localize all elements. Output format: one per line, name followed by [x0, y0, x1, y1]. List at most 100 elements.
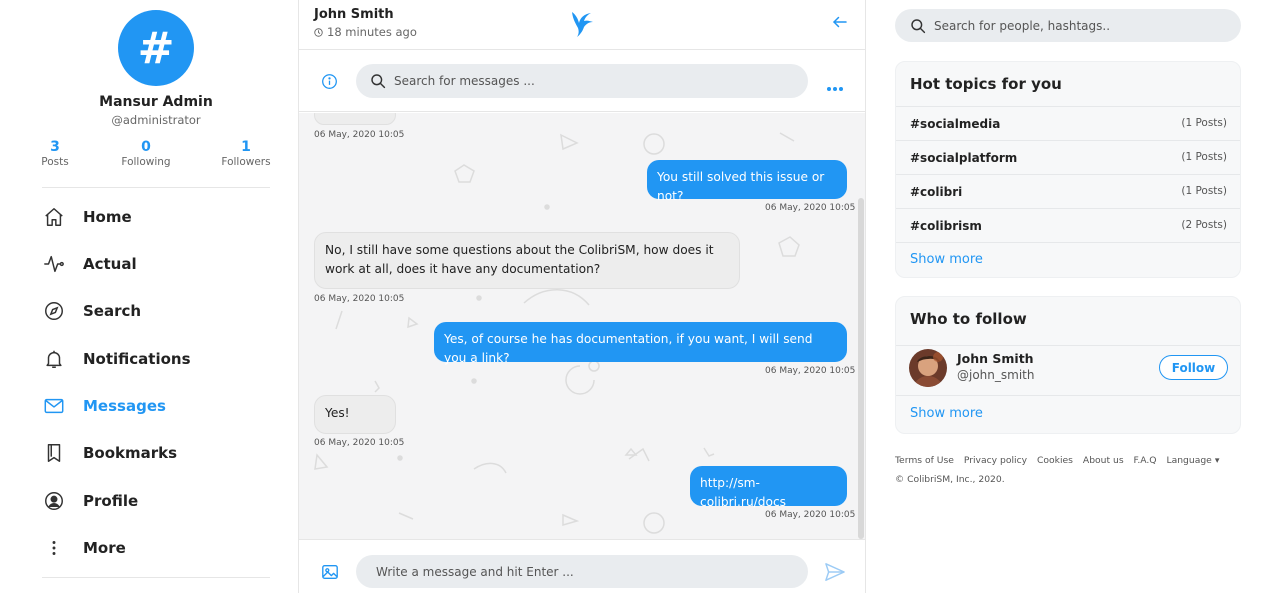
send-icon[interactable] — [824, 562, 846, 586]
message-timestamp: 06 May, 2020 10:05 — [314, 438, 405, 448]
message-bubble-incoming[interactable]: No, I still have some questions about th… — [314, 232, 740, 289]
chat-header: John Smith 18 minutes ago — [299, 0, 865, 50]
message-composer — [299, 539, 865, 593]
suggested-user-name[interactable]: John Smith — [957, 351, 1034, 366]
footer-link-about[interactable]: About us — [1083, 455, 1124, 466]
left-sidebar: # Mansur Admin @administrator 3 Posts 0 … — [0, 0, 298, 593]
last-seen: 18 minutes ago — [314, 25, 417, 39]
footer-link-privacy[interactable]: Privacy policy — [964, 455, 1027, 466]
topic-row[interactable]: #socialmedia (1 Posts) — [896, 106, 1240, 140]
topic-row[interactable]: #colibrism (2 Posts) — [896, 208, 1240, 242]
message-bubble-outgoing[interactable]: You still solved this issue or not? — [647, 160, 847, 203]
more-vertical-icon — [42, 536, 66, 560]
nav-item-profile[interactable]: Profile — [42, 483, 272, 519]
footer-links: Terms of Use Privacy policy Cookies Abou… — [895, 455, 1255, 466]
message-search-input[interactable] — [394, 74, 774, 88]
topic-row[interactable]: #colibri (1 Posts) — [896, 174, 1240, 208]
footer-link-language[interactable]: Language ▾ — [1166, 455, 1226, 466]
last-seen-text: 18 minutes ago — [327, 25, 417, 39]
footer-link-faq[interactable]: F.A.Q — [1134, 455, 1157, 466]
topic-row[interactable]: #socialplatform (1 Posts) — [896, 140, 1240, 174]
user-circle-icon — [42, 489, 66, 513]
language-label: Language — [1166, 455, 1212, 466]
topic-tag: #socialplatform — [910, 151, 1018, 165]
clock-icon — [314, 27, 323, 37]
topic-count: (2 Posts) — [1181, 219, 1227, 231]
nav-item-search[interactable]: Search — [42, 293, 272, 329]
divider — [42, 577, 270, 578]
message-search-box — [356, 64, 808, 98]
stat-following[interactable]: 0 Following — [106, 139, 186, 168]
image-attach-icon[interactable] — [321, 563, 339, 585]
chat-toolbar — [299, 50, 865, 112]
nav-item-home[interactable]: Home — [42, 199, 272, 235]
show-more-topics-link[interactable]: Show more — [910, 252, 983, 267]
stat-label: Followers — [221, 156, 271, 168]
nav-item-bookmarks[interactable]: Bookmarks — [42, 435, 272, 471]
copyright: © ColibriSM, Inc., 2020. — [895, 474, 1005, 485]
message-bubble-incoming[interactable] — [314, 113, 396, 125]
message-bubble-outgoing[interactable]: Yes, of course he has documentation, if … — [434, 322, 847, 365]
message-bubble-outgoing[interactable]: http://sm-colibri.ru/docs — [690, 466, 847, 509]
follow-button[interactable]: Follow — [1159, 355, 1228, 380]
show-more-follow-link[interactable]: Show more — [910, 406, 983, 421]
nav-label: Home — [83, 208, 132, 226]
people-search-input[interactable] — [934, 18, 1234, 33]
suggested-user-handle: @john_smith — [957, 368, 1035, 382]
nav-label: Messages — [83, 397, 166, 415]
home-icon — [42, 205, 66, 229]
search-icon — [370, 73, 386, 89]
topic-tag: #colibrism — [910, 219, 982, 233]
info-icon[interactable] — [321, 73, 338, 94]
message-timestamp: 06 May, 2020 10:05 — [765, 203, 856, 213]
who-to-follow-card: Who to follow John Smith @john_smith Fol… — [895, 296, 1241, 434]
hot-topics-title: Hot topics for you — [910, 75, 1062, 93]
chat-scrollbar[interactable] — [858, 198, 864, 539]
caret-down-icon: ▾ — [1214, 455, 1220, 466]
pulse-icon — [42, 252, 66, 276]
stat-posts[interactable]: 3 Posts — [15, 139, 95, 168]
bell-icon — [42, 347, 66, 371]
footer-link-terms[interactable]: Terms of Use — [895, 455, 954, 466]
message-input[interactable] — [376, 564, 796, 579]
message-list[interactable]: 06 May, 2020 10:05 You still solved this… — [299, 113, 865, 539]
compose-box — [356, 555, 808, 588]
topic-count: (1 Posts) — [1181, 117, 1227, 129]
message-timestamp: 06 May, 2020 10:05 — [765, 366, 856, 376]
search-icon — [910, 18, 926, 34]
people-search-box — [895, 9, 1241, 42]
nav-item-notifications[interactable]: Notifications — [42, 341, 272, 377]
message-bubble-incoming[interactable]: Yes! — [314, 395, 396, 434]
colibri-logo-icon[interactable] — [569, 10, 595, 42]
nav-label: Actual — [83, 255, 137, 273]
more-horizontal-icon[interactable] — [826, 77, 844, 96]
right-sidebar: Hot topics for you #socialmedia (1 Posts… — [866, 0, 1280, 593]
topic-count: (1 Posts) — [1181, 151, 1227, 163]
show-more-row: Show more — [896, 395, 1240, 433]
topic-count: (1 Posts) — [1181, 185, 1227, 197]
who-to-follow-title: Who to follow — [910, 310, 1027, 328]
back-arrow-icon[interactable] — [831, 13, 849, 35]
avatar[interactable] — [909, 349, 947, 387]
stat-value: 3 — [50, 139, 60, 155]
stat-label: Following — [121, 156, 171, 168]
nav-item-actual[interactable]: Actual — [42, 246, 272, 282]
compass-icon — [42, 299, 66, 323]
hot-topics-card: Hot topics for you #socialmedia (1 Posts… — [895, 61, 1241, 278]
profile-handle: @administrator — [111, 113, 201, 127]
stat-value: 0 — [141, 139, 151, 155]
profile-name[interactable]: Mansur Admin — [0, 94, 312, 110]
footer-link-cookies[interactable]: Cookies — [1037, 455, 1073, 466]
divider — [42, 187, 270, 188]
stat-followers[interactable]: 1 Followers — [206, 139, 286, 168]
chat-contact-name[interactable]: John Smith — [314, 7, 394, 22]
nav-label: Profile — [83, 492, 139, 510]
message-timestamp: 06 May, 2020 10:05 — [765, 510, 856, 520]
nav-item-messages[interactable]: Messages — [42, 388, 272, 424]
nav-label: Notifications — [83, 350, 191, 368]
nav-item-more[interactable]: More — [42, 530, 272, 566]
message-timestamp: 06 May, 2020 10:05 — [314, 130, 405, 140]
profile-avatar[interactable]: # — [118, 10, 194, 86]
topic-tag: #socialmedia — [910, 117, 1001, 131]
show-more-row: Show more — [896, 242, 1240, 278]
